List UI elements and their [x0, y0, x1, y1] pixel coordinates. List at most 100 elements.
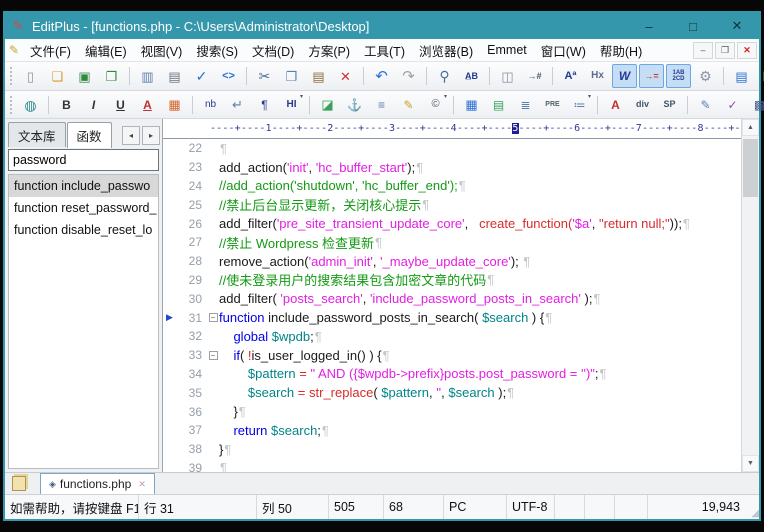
code-line-31[interactable]: ▶31−function include_password_posts_in_s… — [163, 308, 741, 327]
mdi-minimize-button[interactable]: – — [693, 42, 713, 59]
menu-search[interactable]: 搜索(S) — [189, 39, 245, 61]
div-block-icon[interactable]: ▤ — [486, 93, 511, 117]
mdi-restore-button[interactable]: ❐ — [715, 42, 735, 59]
menu-view[interactable]: 视图(V) — [134, 39, 190, 61]
pre-tag-icon[interactable]: PRE — [540, 93, 565, 117]
vertical-scrollbar[interactable]: ▲ ▼ — [741, 119, 759, 472]
code-line-24[interactable]: 24//add_action('shutdown', 'hc_buffer_en… — [163, 177, 741, 196]
italic-icon[interactable]: I — [81, 93, 106, 117]
scrollbar-thumb[interactable] — [743, 139, 758, 197]
scroll-up-button[interactable]: ▲ — [742, 119, 759, 136]
scroll-down-button[interactable]: ▼ — [742, 455, 759, 472]
code-line-28[interactable]: 28remove_action('admin_init', '_maybe_up… — [163, 252, 741, 271]
copy-icon[interactable]: ❐ — [279, 64, 304, 88]
function-list-item[interactable]: function reset_password_ — [9, 197, 158, 219]
spell-check-icon[interactable]: ✓ — [189, 64, 214, 88]
undo-icon[interactable]: ↶ — [369, 64, 394, 88]
fold-toggle[interactable]: − — [207, 351, 219, 360]
find-in-files-icon[interactable]: ◫ — [495, 64, 520, 88]
code-line-36[interactable]: 36 }¶ — [163, 402, 741, 421]
delete-icon[interactable]: ✕ — [333, 64, 358, 88]
media-clip-icon[interactable]: ▩ — [747, 93, 764, 117]
function-filter-input[interactable] — [8, 149, 159, 171]
hex-view-icon[interactable]: Hx — [585, 64, 610, 88]
go-to-line-icon[interactable]: →# — [522, 64, 547, 88]
save-file-icon[interactable]: ▣ — [72, 64, 97, 88]
find-icon[interactable]: ⚲ — [432, 64, 457, 88]
code-line-34[interactable]: 34 $pattern = " AND ({$wpdb->prefix}post… — [163, 365, 741, 384]
code-line-23[interactable]: 23add_action('init', 'hc_buffer_start');… — [163, 158, 741, 177]
close-button[interactable]: ✕ — [715, 13, 759, 39]
tab-close-icon[interactable]: ✕ — [138, 479, 146, 490]
code-line-35[interactable]: 35 $search = str_replace( $pattern, '', … — [163, 383, 741, 402]
code-line-25[interactable]: 25//禁止后台显示更新，关闭核心提示¶ — [163, 195, 741, 214]
code-editor[interactable]: 22¶23add_action('init', 'hc_buffer_start… — [163, 139, 741, 472]
print-preview-icon[interactable]: ▥ — [135, 64, 160, 88]
underline-icon[interactable]: U — [108, 93, 133, 117]
word-wrap-icon[interactable]: W — [612, 64, 637, 88]
tab-functions-php[interactable]: ◈ functions.php ✕ — [40, 473, 155, 494]
paragraph-tag-icon[interactable]: ¶ — [252, 93, 277, 117]
code-line-30[interactable]: 30add_filter( 'posts_search', 'include_p… — [163, 289, 741, 308]
set-font-icon[interactable]: Aª — [558, 64, 583, 88]
minimize-button[interactable]: – — [627, 13, 671, 39]
browser-globe-icon[interactable]: ◍ — [18, 93, 43, 117]
comment-note-icon[interactable]: ✎ — [396, 93, 421, 117]
scrollbar-track[interactable] — [742, 136, 759, 455]
code-line-32[interactable]: 32 global $wpdb;¶ — [163, 327, 741, 346]
center-tag-icon[interactable]: ≣ — [513, 93, 538, 117]
tab-functions[interactable]: 函数 — [67, 122, 112, 148]
window-tile-icon[interactable]: ❏ — [756, 64, 764, 88]
line-numbers-icon[interactable]: 1AB 2CD — [666, 64, 691, 88]
code-line-39[interactable]: 39¶ — [163, 459, 741, 472]
resize-grip[interactable]: ◢ — [745, 495, 759, 519]
function-list-item[interactable]: function include_passwo — [9, 175, 158, 197]
menu-edit[interactable]: 编辑(E) — [78, 39, 134, 61]
auto-indent-icon[interactable]: →= — [639, 64, 664, 88]
tab-scroll-left-button[interactable]: ◂ — [122, 126, 140, 145]
menu-browser[interactable]: 浏览器(B) — [412, 39, 480, 61]
document-selector-icon[interactable]: ▤ — [729, 64, 754, 88]
preferences-icon[interactable]: ⚙ — [693, 64, 718, 88]
special-character-icon[interactable]: ©▾ — [423, 93, 448, 117]
menu-window[interactable]: 窗口(W) — [534, 39, 593, 61]
menu-project[interactable]: 方案(P) — [301, 39, 357, 61]
new-file-icon[interactable]: ▯ — [18, 64, 43, 88]
redo-icon[interactable]: ↷ — [396, 64, 421, 88]
menu-emmet[interactable]: Emmet — [480, 39, 534, 61]
code-line-22[interactable]: 22¶ — [163, 139, 741, 158]
code-line-26[interactable]: 26add_filter('pre_site_transient_update_… — [163, 214, 741, 233]
toolbar-grip[interactable] — [10, 96, 12, 114]
cut-icon[interactable]: ✂ — [252, 64, 277, 88]
mdi-close-button[interactable]: ✕ — [737, 42, 757, 59]
code-line-33[interactable]: 33− if( !is_user_logged_in() ) {¶ — [163, 346, 741, 365]
menu-document[interactable]: 文档(D) — [245, 39, 301, 61]
list-tag-icon[interactable]: ≔▾ — [567, 93, 592, 117]
tab-cliptext[interactable]: 文本库 — [8, 122, 66, 147]
font-color-icon[interactable]: A — [135, 93, 160, 117]
paste-icon[interactable]: ▤ — [306, 64, 331, 88]
image-tag-icon[interactable]: ◪ — [315, 93, 340, 117]
print-icon[interactable]: ▤ — [162, 64, 187, 88]
bold-icon[interactable]: B — [54, 93, 79, 117]
fold-toggle[interactable]: − — [207, 313, 219, 322]
span-tag-icon[interactable]: SP — [657, 93, 682, 117]
code-line-37[interactable]: 37 return $search;¶ — [163, 421, 741, 440]
code-line-27[interactable]: 27//禁止 Wordpress 检查更新¶ — [163, 233, 741, 252]
font-tag-icon[interactable]: A — [603, 93, 628, 117]
open-file-icon[interactable]: ❏ — [45, 64, 70, 88]
stylesheet-edit-icon[interactable]: ✓ — [720, 93, 745, 117]
maximize-button[interactable]: □ — [671, 13, 715, 39]
document-selector-icon[interactable] — [12, 476, 26, 491]
table-tag-icon[interactable]: ▦ — [459, 93, 484, 117]
menu-help[interactable]: 帮助(H) — [593, 39, 649, 61]
horizontal-rule-tag-icon[interactable]: ≡ — [369, 93, 394, 117]
script-edit-icon[interactable]: ✎ — [693, 93, 718, 117]
anchor-tag-icon[interactable]: ⚓ — [342, 93, 367, 117]
nbsp-tag-icon[interactable]: nb — [198, 93, 223, 117]
heading-tag-icon[interactable]: HI▾ — [279, 93, 304, 117]
html-tag-icon[interactable]: <> — [216, 64, 241, 88]
code-line-29[interactable]: 29//使未登录用户的搜索结果包含加密文章的代码¶ — [163, 271, 741, 290]
div-tag-icon[interactable]: div — [630, 93, 655, 117]
line-break-tag-icon[interactable]: ↵ — [225, 93, 250, 117]
